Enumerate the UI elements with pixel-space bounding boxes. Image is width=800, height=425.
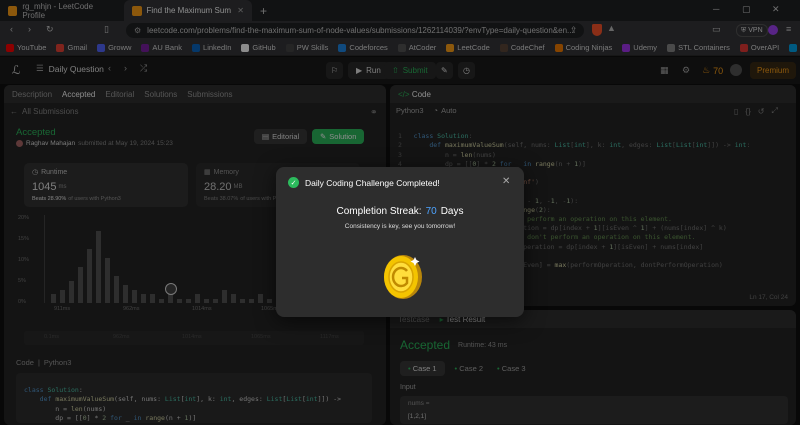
modal-message: Consistency is key, see you tomorrow! [344, 223, 456, 230]
streak-unit: Days [440, 206, 464, 217]
gold-coin-icon [383, 253, 423, 303]
close-modal-icon[interactable]: ✕ [502, 176, 510, 187]
streak-row: Completion Streak: 70 Days [276, 206, 524, 217]
completion-modal: ✓ Daily Coding Challenge Completed! ✕ Co… [276, 167, 524, 317]
streak-label: Completion Streak: [336, 206, 422, 217]
streak-value: 70 [425, 206, 437, 217]
check-circle-icon: ✓ [288, 177, 299, 188]
modal-header: ✓ Daily Coding Challenge Completed! [288, 177, 440, 188]
modal-title: Daily Coding Challenge Completed! [305, 177, 440, 188]
